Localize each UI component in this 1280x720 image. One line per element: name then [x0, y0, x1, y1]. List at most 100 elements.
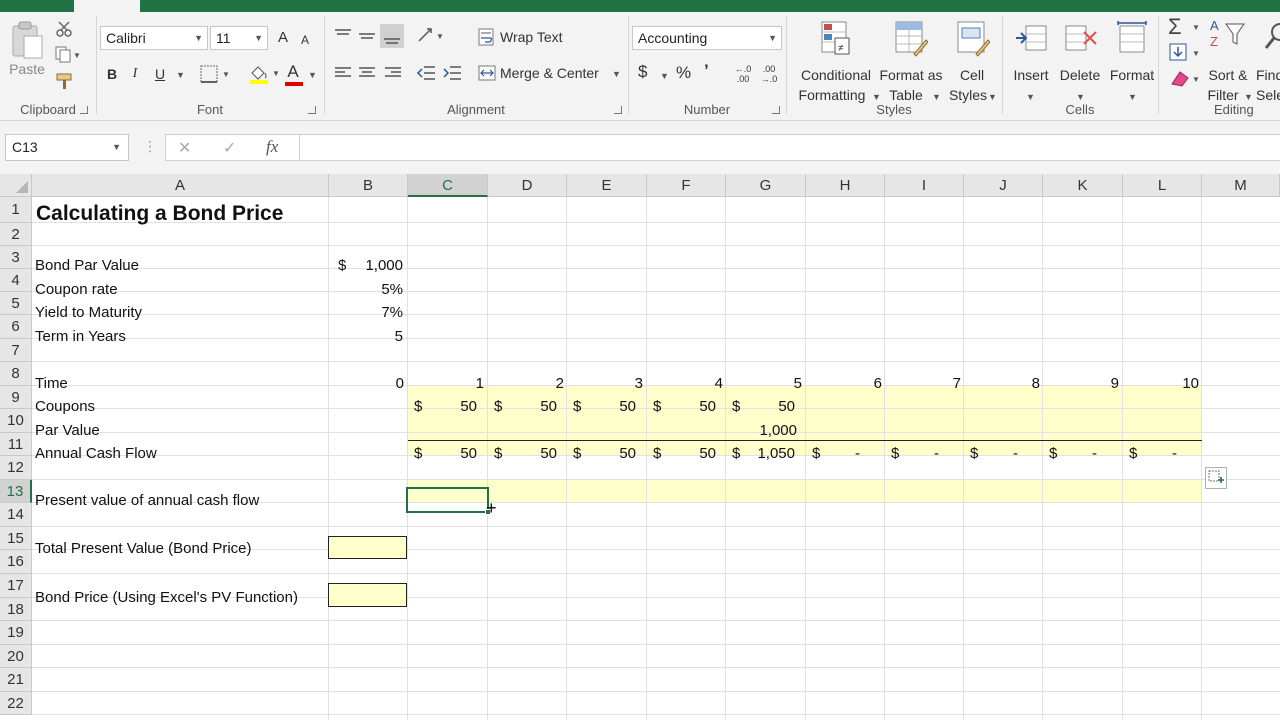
align-center-icon[interactable]	[358, 65, 376, 81]
copy-icon[interactable]: ▼	[55, 46, 81, 64]
time-cell[interactable]: 2	[488, 375, 568, 392]
clear-icon[interactable]: ▼	[1168, 68, 1202, 90]
conditional-formatting-button[interactable]: ≠ Conditional Formatting ▼	[790, 18, 881, 106]
time-cell[interactable]: 9	[1043, 375, 1123, 392]
merge-center-icon[interactable]	[478, 64, 496, 82]
cashflow-cell[interactable]: $50	[408, 445, 488, 465]
time-cell[interactable]: 4	[647, 375, 727, 392]
currency-button[interactable]: $	[638, 63, 647, 81]
sort-filter-button[interactable]: AZ Sort & Filter ▼	[1202, 18, 1254, 106]
cashflow-cell[interactable]: $50	[488, 445, 568, 465]
comma-style-button[interactable]: ’	[704, 62, 709, 80]
cell-a17[interactable]: Bond Price (Using Excel's PV Function)	[35, 589, 298, 606]
cell-a9[interactable]: Coupons	[35, 398, 95, 415]
cell-a4[interactable]: Coupon rate	[35, 281, 118, 298]
bold-button[interactable]: B	[104, 65, 120, 83]
grow-font-button[interactable]: A	[276, 29, 290, 47]
format-painter-icon[interactable]	[55, 72, 75, 90]
chevron-down-icon[interactable]: ▼	[176, 66, 185, 84]
cell-a8[interactable]: Time	[35, 375, 68, 392]
wrap-text-icon[interactable]	[478, 28, 496, 46]
cell-a3[interactable]: Bond Par Value	[35, 257, 139, 274]
cell-b5[interactable]: 7%	[329, 304, 407, 321]
increase-indent-icon[interactable]	[442, 64, 462, 82]
format-button[interactable]: Format ▼	[1106, 18, 1158, 106]
cashflow-cell[interactable]: $1,050	[726, 445, 806, 465]
cashflow-cell[interactable]: $ -	[806, 445, 886, 465]
enter-icon[interactable]: ✓	[223, 138, 236, 158]
coupon-cell[interactable]: $50	[488, 398, 568, 418]
cell-a15[interactable]: Total Present Value (Bond Price)	[35, 540, 252, 557]
italic-button[interactable]: I	[128, 65, 142, 83]
fill-icon[interactable]: ▼	[1168, 42, 1202, 64]
decrease-decimal-button[interactable]: .00 →.0	[758, 64, 780, 84]
cell-a6[interactable]: Term in Years	[35, 328, 126, 345]
fill-color-icon[interactable]: ▼	[248, 63, 284, 85]
cell-b6[interactable]: 5	[329, 328, 407, 345]
chevron-down-icon[interactable]: ▼	[308, 66, 317, 84]
name-box[interactable]: C13 ▼	[5, 134, 129, 161]
align-top-icon[interactable]	[334, 28, 352, 44]
autosum-icon[interactable]: Σ ▼	[1168, 14, 1202, 39]
time-cell[interactable]: 8	[964, 375, 1044, 392]
cut-icon[interactable]	[55, 20, 73, 38]
borders-icon[interactable]: ▼	[200, 65, 232, 83]
coupon-cell[interactable]: $50	[567, 398, 647, 418]
clipboard-launcher-icon[interactable]	[80, 106, 88, 114]
underline-button[interactable]: U	[152, 65, 168, 83]
cell-a11[interactable]: Annual Cash Flow	[35, 445, 157, 462]
increase-decimal-button[interactable]: ←.0 .00	[732, 64, 754, 84]
formula-input[interactable]	[300, 134, 1280, 161]
cell-a1-title[interactable]: Calculating a Bond Price	[36, 202, 283, 226]
merge-center-button[interactable]: Merge & Center	[500, 64, 599, 82]
formula-bar-grip-icon[interactable]: ⋮	[143, 138, 157, 155]
cell-a13[interactable]: Present value of annual cash flow	[35, 492, 259, 509]
time-cell[interactable]: 10	[1123, 375, 1203, 392]
time-cell[interactable]: 1	[408, 375, 488, 392]
font-name-select[interactable]: Calibri ▼	[100, 26, 208, 50]
chevron-down-icon[interactable]: ▼	[112, 135, 121, 160]
orientation-icon[interactable]: ▼	[416, 26, 448, 46]
cashflow-cell[interactable]: $ -	[964, 445, 1044, 465]
align-bottom-icon[interactable]	[380, 24, 404, 48]
wrap-text-button[interactable]: Wrap Text	[500, 28, 563, 46]
alignment-launcher-icon[interactable]	[614, 106, 622, 114]
insert-button[interactable]: Insert ▼	[1008, 18, 1054, 106]
time-cell[interactable]: 7	[885, 375, 965, 392]
cancel-icon[interactable]: ✕	[178, 138, 191, 158]
coupon-cell[interactable]: $50	[647, 398, 727, 418]
font-color-button[interactable]: A	[286, 63, 300, 81]
shrink-font-button[interactable]: A	[299, 31, 311, 49]
cashflow-cell[interactable]: $ -	[885, 445, 965, 465]
chevron-down-icon[interactable]: ▼	[660, 67, 669, 85]
format-as-table-button[interactable]: Format as Table ▼	[878, 18, 944, 106]
cashflow-cell[interactable]: $ -	[1043, 445, 1123, 465]
cell-a5[interactable]: Yield to Maturity	[35, 304, 142, 321]
cashflow-cell[interactable]: $50	[567, 445, 647, 465]
find-select-button[interactable]: Find Select	[1256, 18, 1280, 106]
decrease-indent-icon[interactable]	[416, 64, 436, 82]
chevron-down-icon[interactable]: ▼	[612, 65, 621, 83]
time-cell[interactable]: 5	[726, 375, 806, 392]
cell-b3[interactable]: 1,000	[329, 257, 407, 274]
paste-icon[interactable]	[10, 20, 44, 60]
time-cell[interactable]: 6	[806, 375, 886, 392]
delete-button[interactable]: Delete ▼	[1056, 18, 1104, 106]
time-cell[interactable]: 3	[567, 375, 647, 392]
align-left-icon[interactable]	[334, 65, 352, 81]
insert-function-icon[interactable]: fx	[266, 137, 278, 157]
cell-g10[interactable]: 1,000	[726, 422, 806, 439]
percent-button[interactable]: %	[676, 64, 691, 82]
cell-styles-button[interactable]: Cell Styles ▼	[946, 18, 1000, 106]
number-format-select[interactable]: Accounting ▼	[632, 26, 782, 50]
number-launcher-icon[interactable]	[772, 106, 780, 114]
align-right-icon[interactable]	[384, 65, 402, 81]
cell-a10[interactable]: Par Value	[35, 422, 100, 439]
cell-b4[interactable]: 5%	[329, 281, 407, 298]
cashflow-cell[interactable]: $ -	[1123, 445, 1203, 465]
align-middle-icon[interactable]	[358, 28, 376, 44]
font-launcher-icon[interactable]	[308, 106, 316, 114]
cashflow-cell[interactable]: $50	[647, 445, 727, 465]
paste-button[interactable]: Paste	[6, 60, 48, 78]
tab-home[interactable]	[74, 0, 140, 12]
